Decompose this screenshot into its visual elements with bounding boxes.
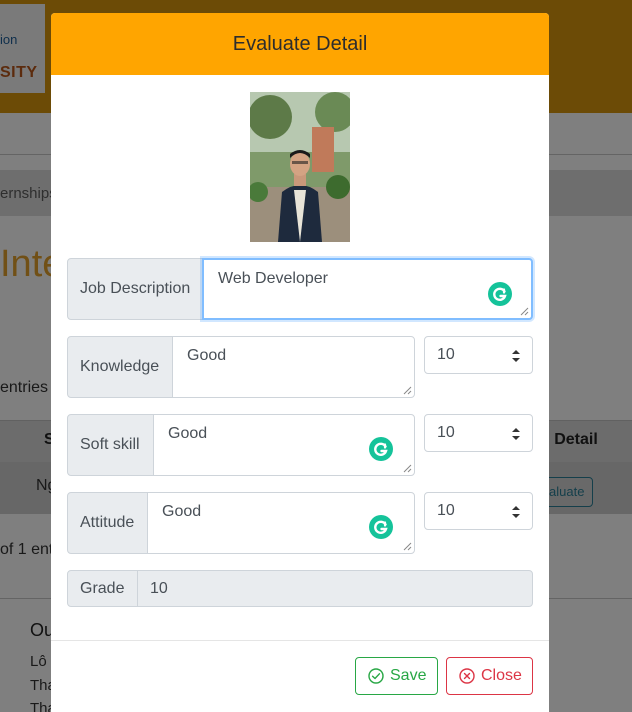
select-arrows-icon [512,350,520,362]
grade-group: Grade 10 [67,570,533,607]
select-arrows-icon [512,506,520,518]
close-button-label: Close [481,667,522,684]
check-circle-icon [368,668,384,684]
attitude-score-select[interactable]: 10 [424,492,533,530]
student-photo [250,92,350,242]
grade-value: 10 [150,580,168,597]
soft-skill-field[interactable]: Good [153,414,415,476]
knowledge-value: Good [187,347,227,364]
modal-footer-divider [51,640,549,641]
save-button-label: Save [390,667,427,684]
attitude-label: Attitude [67,492,148,554]
save-button[interactable]: Save [355,657,438,695]
knowledge-label: Knowledge [67,336,173,398]
resize-handle-icon[interactable] [403,386,412,395]
evaluate-detail-modal: Evaluate Detail Job Description Web Deve… [51,13,549,712]
soft-skill-value: Good [168,425,208,442]
resize-handle-icon[interactable] [520,307,529,316]
knowledge-group: Knowledge Good 10 [67,336,533,398]
modal-header: Evaluate Detail [51,13,549,75]
knowledge-score-value: 10 [437,346,455,363]
attitude-score-value: 10 [437,502,455,519]
attitude-group: Attitude Good 10 [67,492,533,554]
resize-handle-icon[interactable] [403,464,412,473]
modal-title: Evaluate Detail [232,33,368,55]
grammarly-icon[interactable] [488,282,512,306]
grade-field: 10 [137,570,533,607]
soft-skill-group: Soft skill Good 10 [67,414,533,476]
knowledge-field[interactable]: Good [172,336,415,398]
knowledge-score-select[interactable]: 10 [424,336,533,374]
job-description-field[interactable]: Web Developer [202,258,533,320]
attitude-value: Good [162,503,202,520]
close-button[interactable]: Close [446,657,533,695]
soft-skill-label: Soft skill [67,414,154,476]
soft-skill-score-select[interactable]: 10 [424,414,533,452]
job-description-label: Job Description [67,258,203,320]
job-description-group: Job Description Web Developer [67,258,533,320]
select-arrows-icon [512,428,520,440]
grammarly-icon[interactable] [369,437,393,461]
grammarly-icon[interactable] [369,515,393,539]
attitude-field[interactable]: Good [147,492,415,554]
soft-skill-score-value: 10 [437,424,455,441]
job-description-value: Web Developer [218,270,328,287]
grade-label: Grade [67,570,138,607]
resize-handle-icon[interactable] [403,542,412,551]
close-circle-icon [459,668,475,684]
